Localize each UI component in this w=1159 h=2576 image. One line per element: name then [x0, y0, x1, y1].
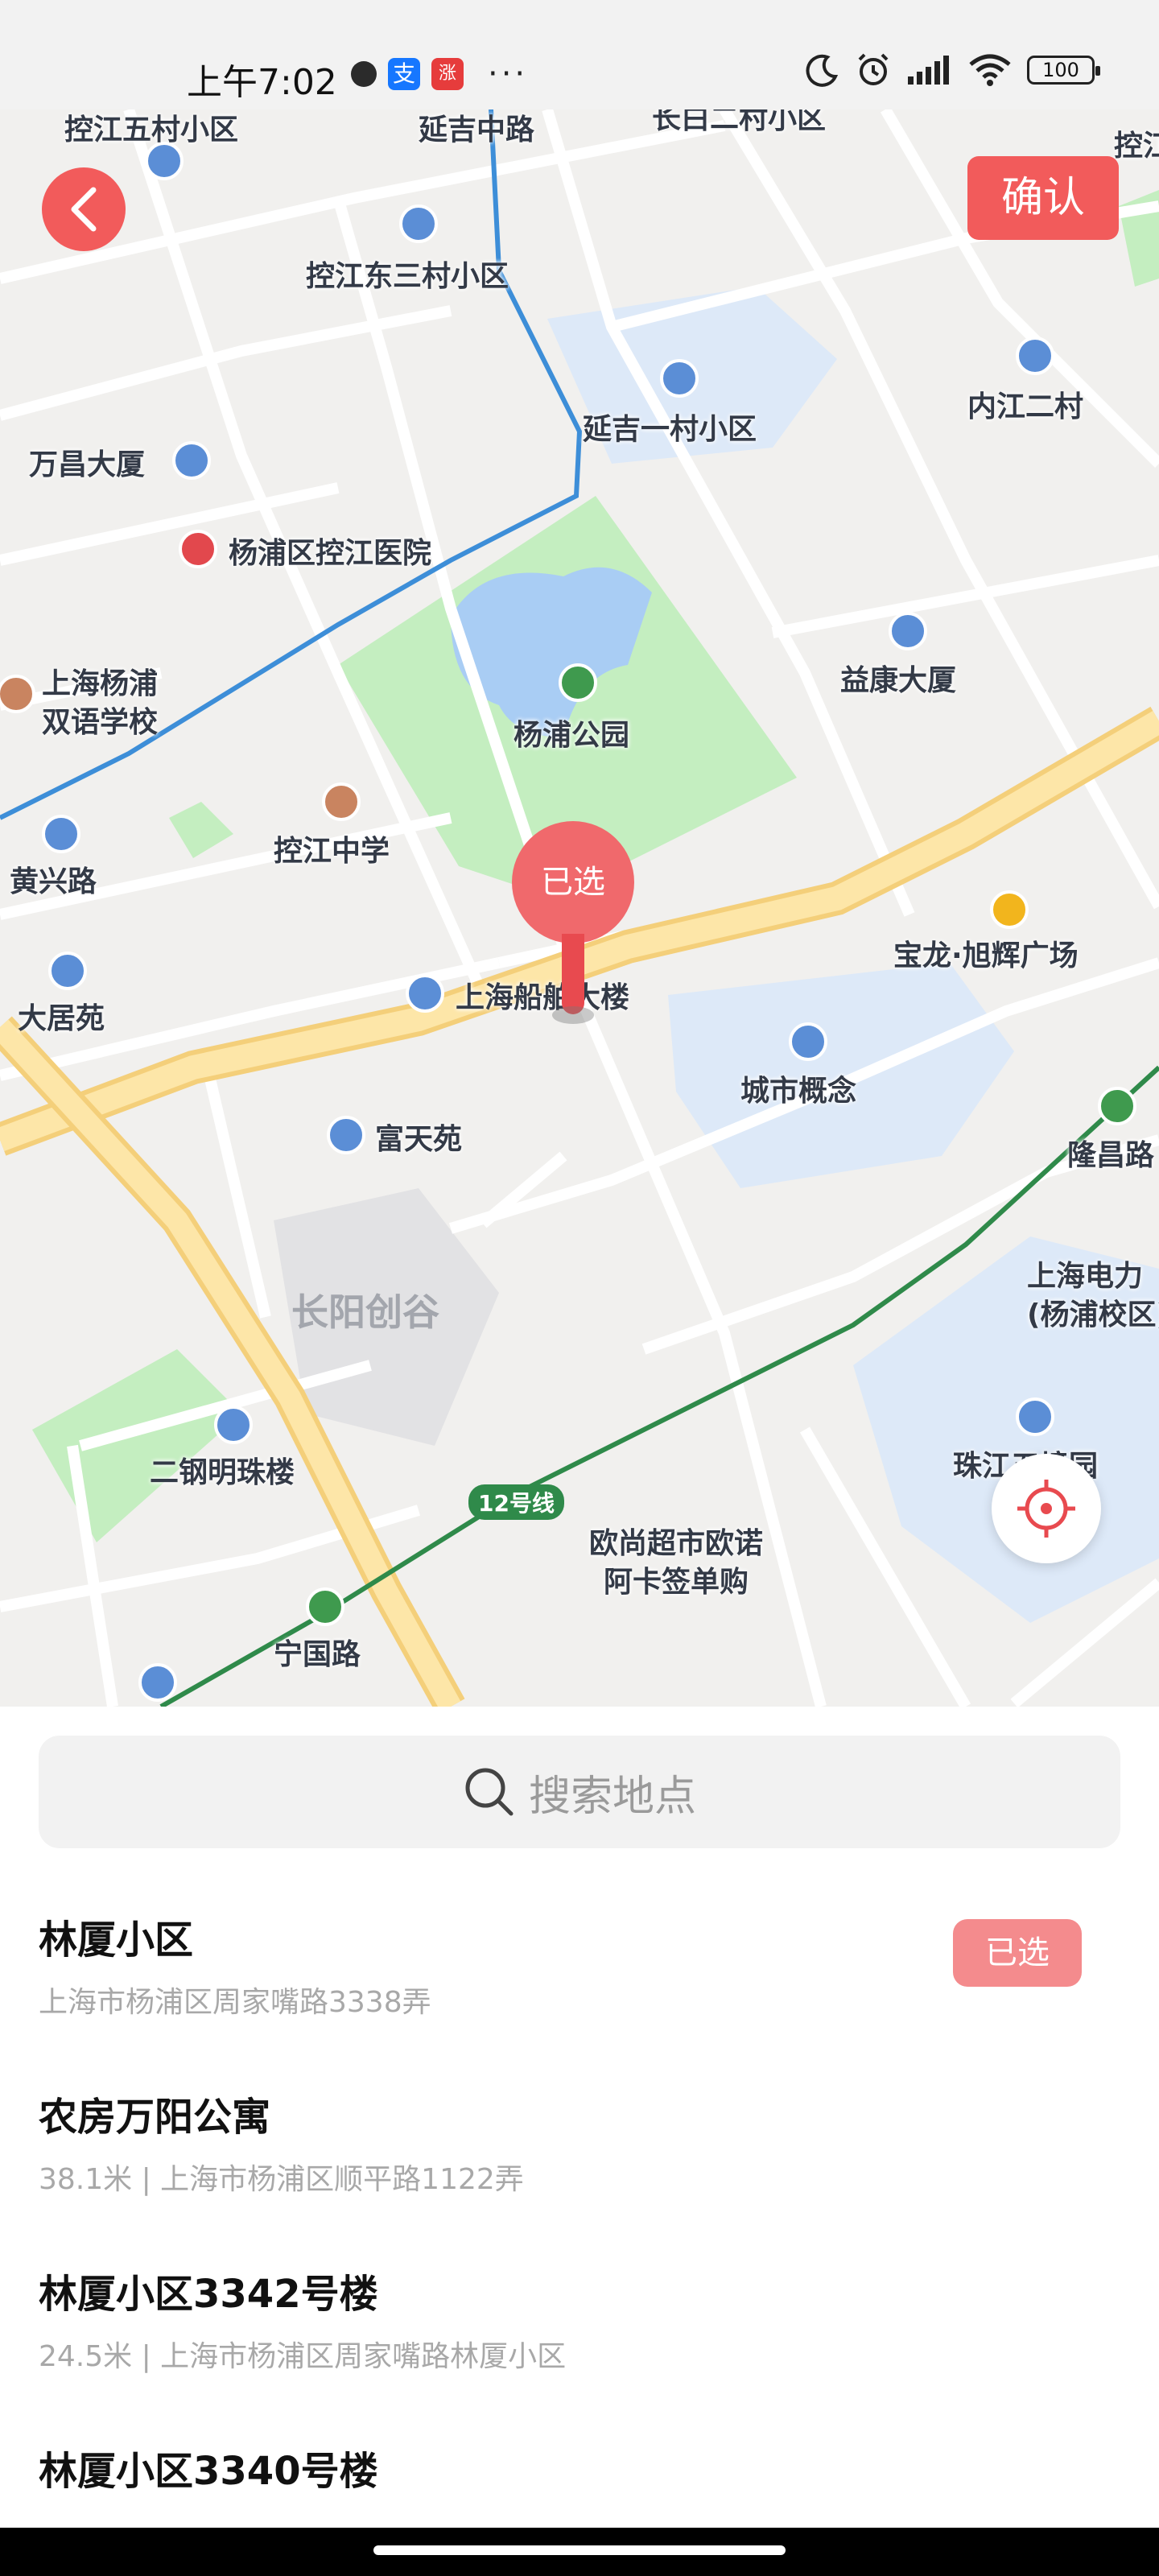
map-label: 上海杨浦 双语学校: [42, 667, 159, 739]
poi-building-icon: [172, 441, 211, 480]
poi-residential-icon: [1016, 336, 1054, 375]
poi-metro-icon: [306, 1587, 344, 1626]
result-item[interactable]: 林厦小区3340号楼: [39, 2439, 1120, 2528]
app-notification-icon: [351, 61, 377, 87]
poi-school-icon: [322, 782, 361, 821]
status-system-icons: 100: [805, 52, 1100, 89]
map-label: 延吉一村小区: [583, 413, 757, 446]
location-results-sheet: 搜索地点 林厦小区 上海市杨浦区周家嘴路3338弄 已选 农房万阳公寓 38.1…: [0, 1707, 1159, 2528]
poi-hospital-icon: [179, 530, 217, 568]
poi-residential-icon: [660, 359, 699, 398]
poi-residential-icon: [327, 1116, 365, 1154]
status-time: 上午7:02: [187, 62, 337, 103]
poi-park-icon: [559, 663, 597, 702]
result-title: 农房万阳公寓: [39, 2095, 271, 2140]
signal-icon: [908, 56, 949, 85]
metro-line-12-label: 12号线: [468, 1484, 564, 1520]
back-button[interactable]: [42, 167, 126, 251]
alipay-icon: 支: [388, 58, 420, 90]
alarm-icon: [858, 53, 889, 85]
map-label: 内江二村: [967, 390, 1084, 423]
poi-building-icon: [138, 1663, 177, 1702]
marker-pin: [562, 934, 584, 1014]
selected-badge: 已选: [953, 1919, 1082, 1987]
poi-residential-icon: [399, 204, 438, 243]
map-label: 益康大厦: [840, 664, 957, 697]
poi-metro-icon: [42, 815, 80, 853]
locate-me-button[interactable]: [992, 1454, 1101, 1563]
map-label: 富天苑: [375, 1123, 463, 1156]
result-title: 林厦小区3342号楼: [39, 2272, 378, 2317]
park-green-tiny: [169, 802, 233, 858]
result-item[interactable]: 林厦小区 上海市杨浦区周家嘴路3338弄 已选: [39, 1908, 1120, 2085]
map-label: 延吉中路: [419, 114, 535, 147]
stock-app-icon: 涨: [431, 58, 464, 90]
map-label: 控江中学: [274, 835, 390, 868]
map-label: 大居苑: [18, 1002, 105, 1035]
result-title: 林厦小区3340号楼: [39, 2449, 378, 2494]
map-label: 杨浦公园: [514, 719, 630, 752]
search-placeholder: 搜索地点: [528, 1772, 696, 1821]
poi-residential-icon: [1016, 1397, 1054, 1436]
map-view[interactable]: 控江五村小区 延吉中路 长白二村小区 控江 控江东三村小区 延吉一村小区 内江二…: [0, 109, 1159, 1707]
system-navigation-bar: [0, 2528, 1159, 2576]
poi-building-icon: [406, 974, 444, 1013]
result-item[interactable]: 农房万阳公寓 38.1米 | 上海市杨浦区顺平路1122弄: [39, 2085, 1120, 2262]
poi-residential-icon: [789, 1022, 827, 1061]
wifi-icon: [969, 54, 1011, 86]
search-icon: [465, 1768, 514, 1816]
result-title: 林厦小区: [39, 1918, 194, 1963]
result-address: 24.5米 | 上海市杨浦区周家嘴路林厦小区: [39, 2340, 567, 2373]
home-gesture-handle[interactable]: [373, 2545, 786, 2555]
map-label: 控江东三村小区: [306, 260, 509, 293]
poi-metro-icon: [1098, 1087, 1136, 1125]
map-label: 黄兴路: [10, 865, 97, 898]
crosshair-icon: [1017, 1480, 1075, 1538]
search-input[interactable]: 搜索地点: [39, 1736, 1120, 1848]
confirm-button[interactable]: 确认: [967, 156, 1119, 240]
map-label: 欧尚超市欧诺 阿卡签单购: [589, 1527, 764, 1599]
result-address: 上海市杨浦区周家嘴路3338弄: [39, 1986, 431, 2019]
map-label: 宝龙·旭辉广场: [893, 939, 1079, 972]
chevron-left-icon: [71, 187, 97, 232]
park-green-small: [32, 1349, 241, 1542]
map-label: 长阳创谷: [291, 1290, 439, 1334]
poi-building-icon: [889, 612, 927, 650]
map-label: 上海电力 (杨浦校区): [1027, 1260, 1159, 1331]
marker-shadow: [552, 1006, 594, 1024]
battery-icon: 100: [1027, 56, 1100, 85]
poi-building-icon: [214, 1406, 253, 1444]
map-label: 杨浦区控江医院: [229, 537, 432, 570]
moon-icon: [806, 54, 839, 87]
map-label: 宁国路: [274, 1638, 361, 1671]
more-notifications-icon: ···: [488, 56, 529, 93]
marker-label: 已选: [512, 821, 634, 943]
status-notification-icons: 支 涨 ···: [351, 58, 528, 90]
map-label: 城市概念: [740, 1075, 857, 1108]
map-label: 长白二村小区: [652, 109, 827, 135]
status-bar: 上午7:02 支 涨 ··· 100: [0, 0, 1159, 109]
map-label: 万昌大厦: [29, 448, 146, 481]
poi-residential-icon: [48, 952, 87, 990]
result-item[interactable]: 林厦小区3342号楼 24.5米 | 上海市杨浦区周家嘴路林厦小区: [39, 2262, 1120, 2439]
map-label: 二钢明珠楼: [150, 1456, 295, 1489]
poi-mall-icon: [990, 890, 1029, 929]
map-label: 控江: [1114, 130, 1159, 163]
result-address: 38.1米 | 上海市杨浦区顺平路1122弄: [39, 2163, 524, 2196]
selected-location-marker[interactable]: 已选: [512, 821, 634, 1024]
map-label: 控江五村小区: [64, 114, 239, 147]
map-label: 隆昌路: [1067, 1139, 1155, 1172]
